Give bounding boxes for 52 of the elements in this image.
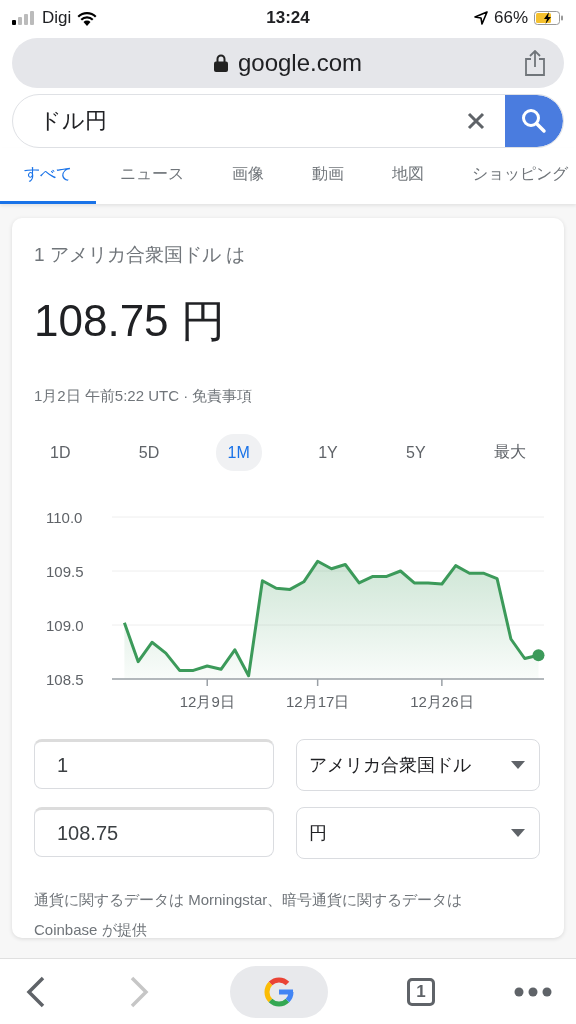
range-tab[interactable]: 1Y xyxy=(306,434,350,471)
data-source-note: 通貨に関するデータは Morningstar、暗号通貨に関するデータは Coinbase が提供 xyxy=(34,890,464,940)
axis-label: 110.0 xyxy=(46,509,83,526)
search-icon xyxy=(521,108,547,134)
google-button[interactable] xyxy=(230,965,328,1018)
search-tab[interactable]: 動画 xyxy=(288,148,368,204)
search-tab[interactable]: ショッピング xyxy=(448,148,576,204)
timestamp-text: 1月2日 午前5:22 UTC · 免責事項 xyxy=(34,387,254,406)
currency-dropdown[interactable]: 円 xyxy=(296,807,540,859)
wifi-icon xyxy=(77,10,98,26)
google-g-icon xyxy=(263,975,295,1008)
amount-field[interactable]: 1 xyxy=(34,739,274,789)
price-marker xyxy=(532,649,545,662)
amount-field[interactable]: 108.75 xyxy=(34,807,274,857)
search-tab[interactable]: すべて xyxy=(0,148,96,204)
clock-time: 13:24 xyxy=(266,8,310,28)
search-bar[interactable]: ドル円 xyxy=(12,94,564,148)
url-text: google.com xyxy=(237,49,363,77)
axis-label: 12月17日 xyxy=(285,693,350,710)
signal-icon xyxy=(12,11,36,25)
axis-label: 12月26日 xyxy=(410,693,474,710)
axis-label: 12月9日 xyxy=(179,693,235,710)
axis-label: 109.0 xyxy=(46,617,84,634)
battery-percent: 66% xyxy=(494,8,528,28)
dropdown-caret-icon xyxy=(511,829,525,837)
location-arrow-icon xyxy=(474,11,488,25)
search-button[interactable] xyxy=(505,95,563,147)
range-tab[interactable]: 5Y xyxy=(394,434,438,471)
search-tab[interactable]: ニュース xyxy=(96,148,208,204)
search-tab[interactable]: 地図 xyxy=(368,148,448,204)
lock-icon xyxy=(213,54,228,72)
range-tab[interactable]: 1D xyxy=(38,434,83,471)
carrier-name: Digi xyxy=(42,8,72,28)
conversion-subtitle: 1 アメリカ合衆国ドル は xyxy=(34,243,247,267)
dropdown-caret-icon xyxy=(511,761,525,769)
conversion-result: 108.75 円 xyxy=(34,295,226,347)
tab-count-button[interactable]: 1 xyxy=(407,977,435,1006)
address-bar[interactable]: google.com xyxy=(12,38,564,88)
search-tab[interactable]: 画像 xyxy=(208,148,288,204)
range-tab[interactable]: 最大 xyxy=(481,434,538,471)
disclaimer-link[interactable]: 免責事項 xyxy=(192,387,253,404)
currency-dropdown[interactable]: アメリカ合衆国ドル xyxy=(296,739,540,791)
more-dots-icon xyxy=(514,986,552,997)
axis-label: 108.5 xyxy=(46,671,84,688)
more-button[interactable] xyxy=(514,986,552,997)
search-field[interactable]: ドル円 xyxy=(39,101,451,141)
share-icon[interactable] xyxy=(524,50,546,76)
range-tab[interactable]: 1M xyxy=(215,434,262,471)
range-tab[interactable]: 5D xyxy=(126,434,172,471)
battery-charging-icon xyxy=(534,11,564,25)
axis-label: 109.5 xyxy=(46,563,84,580)
close-icon[interactable] xyxy=(467,112,485,130)
